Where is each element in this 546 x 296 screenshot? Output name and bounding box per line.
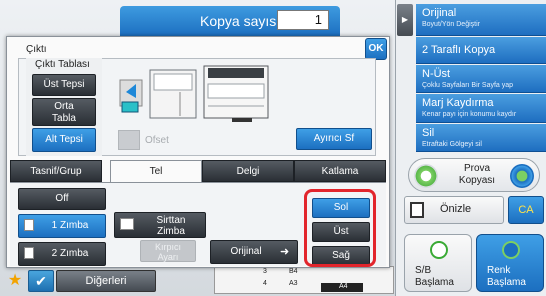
menu-item-title: N-Üst	[422, 68, 451, 80]
bw-start-label: S/B Başlama	[415, 265, 454, 288]
offset-checkbox[interactable]	[118, 130, 140, 150]
saddle-stitch-icon	[120, 218, 134, 230]
tray-size: A3	[289, 280, 298, 287]
tray-size: A4	[339, 283, 348, 290]
middle-tray-button[interactable]: Orta Tabla	[32, 98, 96, 126]
tray-number: 3	[263, 268, 267, 275]
offset-label: Ofset	[145, 135, 169, 146]
others-button[interactable]: Diğerleri	[56, 270, 156, 292]
start-icon	[430, 241, 448, 259]
menu-item-subtitle: Çoklu Sayfaları Bir Sayfa yap	[422, 82, 514, 89]
menu-item-subtitle: Etraftaki Gölgeyi sil	[422, 141, 482, 148]
menu-item-margin-shift[interactable]: Marj Kaydırma Kenar payı için konumu kay…	[416, 94, 546, 123]
clear-all-button[interactable]: CA	[508, 196, 544, 224]
tab-staple[interactable]: Tel	[110, 160, 202, 182]
menu-item-title: Marj Kaydırma	[422, 97, 494, 109]
staple-off-button[interactable]: Off	[18, 188, 106, 210]
menu-item-original[interactable]: Orijinal Boyut/Yön Değiştir	[416, 4, 546, 36]
menu-item-title: Orijinal	[422, 7, 457, 19]
menu-item-title: Sil	[422, 127, 435, 139]
ok-button[interactable]: OK	[365, 38, 387, 60]
menu-item-subtitle: Boyut/Yön Değiştir	[422, 21, 480, 28]
separator-page-button[interactable]: Ayırıcı Sf	[296, 128, 372, 150]
tray-number: 4	[263, 280, 267, 287]
output-tray-title: Çıktı Tablası	[35, 59, 90, 70]
one-staple-icon	[24, 219, 34, 231]
menu-item-duplex-copy[interactable]: 2 Taraflı Kopya	[416, 37, 546, 64]
tab-sort-group[interactable]: Tasnif/Grup	[10, 160, 102, 182]
crease-adjust-button: Kırpıcı Ayarı	[140, 240, 196, 262]
proof-copy-label: Prova Kopyası	[458, 163, 496, 186]
top-tray-button[interactable]: Üst Tepsi	[32, 74, 96, 96]
preview-icon	[410, 202, 424, 218]
proof-copy-button[interactable]: Prova Kopyası	[408, 158, 540, 192]
highlight-frame	[304, 189, 376, 267]
menu-item-title: 2 Taraflı Kopya	[422, 44, 496, 56]
menu-item-n-up[interactable]: N-Üst Çoklu Sayfaları Bir Sayfa yap	[416, 65, 546, 93]
menu-item-subtitle: Kenar payı için konumu kaydır	[422, 111, 517, 118]
two-staple-icon	[24, 247, 34, 259]
machine-illustration	[119, 65, 269, 122]
start-icon	[502, 241, 520, 259]
bottom-tray-button[interactable]: Alt Tepsi	[32, 128, 96, 152]
paper-tray-status: 3 B4 4 A3 A4	[214, 266, 394, 294]
tab-punch[interactable]: Delgi	[202, 160, 294, 182]
tab-fold[interactable]: Katlama	[294, 160, 386, 182]
color-start-icon	[510, 164, 534, 188]
play-icon[interactable]: ▶	[397, 4, 413, 36]
checkmark-icon[interactable]: ✔	[28, 270, 54, 292]
color-start-button[interactable]: Renk Başlama	[476, 234, 544, 292]
green-start-icon	[414, 164, 438, 188]
menu-item-erase[interactable]: Sil Etraftaki Gölgeyi sil	[416, 124, 546, 152]
favorite-star-icon[interactable]: ★	[6, 272, 24, 290]
bw-start-button[interactable]: S/B Başlama	[404, 234, 472, 292]
copies-label: Kopya sayısı	[200, 13, 281, 29]
copies-input[interactable]: 1	[277, 10, 329, 30]
color-start-label: Renk Başlama	[487, 265, 526, 288]
tray-size: B4	[289, 268, 298, 275]
preview-label: Önizle	[440, 203, 472, 215]
arrow-right-icon: ➜	[280, 246, 290, 258]
dialog-title: Çıktı	[26, 44, 47, 55]
